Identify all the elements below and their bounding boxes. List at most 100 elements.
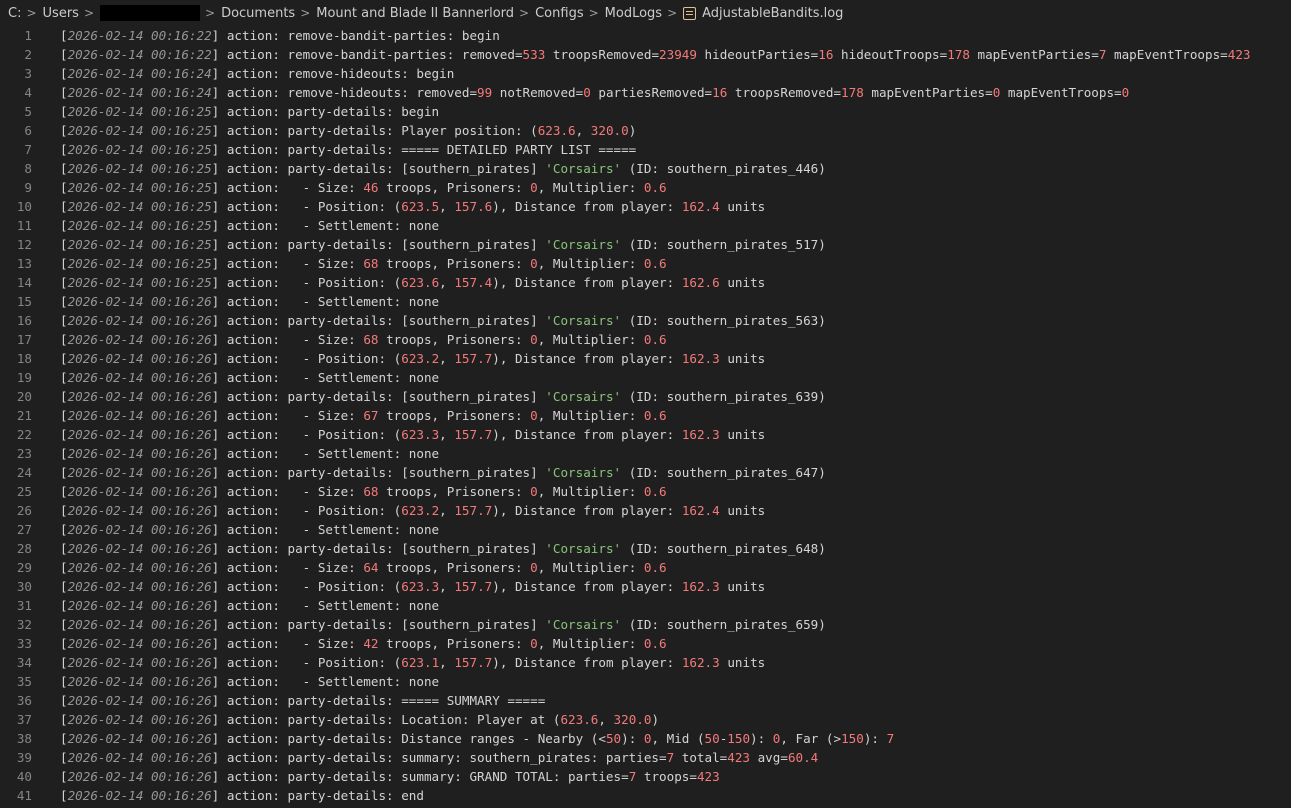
log-line-text: [2026-02-14 00:16:26] action: - Size: 68… bbox=[60, 484, 667, 499]
log-line[interactable]: 20 [2026-02-14 00:16:26] action: party-de… bbox=[0, 387, 1291, 406]
log-line-text: [2026-02-14 00:16:26] action: party-deta… bbox=[60, 712, 660, 727]
log-line[interactable]: 32 [2026-02-14 00:16:26] action: party-de… bbox=[0, 615, 1291, 634]
log-line-text: [2026-02-14 00:16:26] action: - Settleme… bbox=[60, 294, 440, 309]
line-number: 16 bbox=[16, 313, 32, 328]
log-line-text: [2026-02-14 00:16:26] action: - Position… bbox=[60, 427, 766, 442]
log-line-text: [2026-02-14 00:16:25] action: - Position… bbox=[60, 275, 766, 290]
log-line[interactable]: 21 [2026-02-14 00:16:26] action: - Size: … bbox=[0, 406, 1291, 425]
line-number: 11 bbox=[16, 218, 32, 233]
breadcrumb-modlogs[interactable]: ModLogs bbox=[605, 6, 662, 21]
log-line[interactable]: 9 [2026-02-14 00:16:25] action: - Size: 4… bbox=[0, 178, 1291, 197]
log-line-text: [2026-02-14 00:16:26] action: party-deta… bbox=[60, 465, 826, 480]
breadcrumb-drive[interactable]: C: bbox=[8, 6, 21, 21]
log-line[interactable]: 31 [2026-02-14 00:16:26] action: - Settle… bbox=[0, 596, 1291, 615]
log-line[interactable]: 2 [2026-02-14 00:16:22] action: remove-ba… bbox=[0, 45, 1291, 64]
chevron-right-icon: > bbox=[205, 6, 216, 20]
log-line[interactable]: 24 [2026-02-14 00:16:26] action: party-de… bbox=[0, 463, 1291, 482]
log-line[interactable]: 15 [2026-02-14 00:16:26] action: - Settle… bbox=[0, 292, 1291, 311]
log-line-text: [2026-02-14 00:16:26] action: - Size: 64… bbox=[60, 560, 667, 575]
line-number: 30 bbox=[16, 579, 32, 594]
log-line[interactable]: 7 [2026-02-14 00:16:25] action: party-det… bbox=[0, 140, 1291, 159]
log-line[interactable]: 17 [2026-02-14 00:16:26] action: - Size: … bbox=[0, 330, 1291, 349]
log-line-text: [2026-02-14 00:16:26] action: party-deta… bbox=[60, 617, 826, 632]
log-line[interactable]: 36 [2026-02-14 00:16:26] action: party-de… bbox=[0, 691, 1291, 710]
chevron-right-icon: > bbox=[667, 6, 678, 20]
log-line[interactable]: 18 [2026-02-14 00:16:26] action: - Positi… bbox=[0, 349, 1291, 368]
log-line[interactable]: 8 [2026-02-14 00:16:25] action: party-det… bbox=[0, 159, 1291, 178]
log-line[interactable]: 4 [2026-02-14 00:16:24] action: remove-hi… bbox=[0, 83, 1291, 102]
log-line[interactable]: 16 [2026-02-14 00:16:26] action: party-de… bbox=[0, 311, 1291, 330]
log-line[interactable]: 29 [2026-02-14 00:16:26] action: - Size: … bbox=[0, 558, 1291, 577]
chevron-right-icon: > bbox=[519, 6, 530, 20]
line-number: 31 bbox=[16, 598, 32, 613]
breadcrumb-configs[interactable]: Configs bbox=[535, 6, 583, 21]
log-line[interactable]: 34 [2026-02-14 00:16:26] action: - Positi… bbox=[0, 653, 1291, 672]
line-number: 37 bbox=[16, 712, 32, 727]
line-number: 25 bbox=[16, 484, 32, 499]
log-line-text: [2026-02-14 00:16:26] action: - Position… bbox=[60, 655, 766, 670]
log-file-icon bbox=[683, 6, 697, 20]
log-line-text: [2026-02-14 00:16:25] action: - Size: 68… bbox=[60, 256, 667, 271]
line-number: 35 bbox=[16, 674, 32, 689]
line-number: 18 bbox=[16, 351, 32, 366]
line-number: 12 bbox=[16, 237, 32, 252]
log-line[interactable]: 39 [2026-02-14 00:16:26] action: party-de… bbox=[0, 748, 1291, 767]
line-number: 41 bbox=[16, 788, 32, 803]
line-number: 39 bbox=[16, 750, 32, 765]
log-line[interactable]: 27 [2026-02-14 00:16:26] action: - Settle… bbox=[0, 520, 1291, 539]
log-line[interactable]: 37 [2026-02-14 00:16:26] action: party-de… bbox=[0, 710, 1291, 729]
line-number: 26 bbox=[16, 503, 32, 518]
line-number: 28 bbox=[16, 541, 32, 556]
log-line-text: [2026-02-14 00:16:26] action: party-deta… bbox=[60, 731, 895, 746]
log-line-text: [2026-02-14 00:16:26] action: party-deta… bbox=[60, 788, 424, 803]
log-line[interactable]: 1 [2026-02-14 00:16:22] action: remove-ba… bbox=[0, 26, 1291, 45]
editor-text-area[interactable]: 1 [2026-02-14 00:16:22] action: remove-ba… bbox=[0, 26, 1291, 805]
log-line-text: [2026-02-14 00:16:26] action: - Settleme… bbox=[60, 674, 440, 689]
log-line-text: [2026-02-14 00:16:26] action: - Position… bbox=[60, 503, 766, 518]
log-line[interactable]: 5 [2026-02-14 00:16:25] action: party-det… bbox=[0, 102, 1291, 121]
line-number: 2 bbox=[24, 47, 32, 62]
line-number: 32 bbox=[16, 617, 32, 632]
log-line-text: [2026-02-14 00:16:26] action: party-deta… bbox=[60, 693, 546, 708]
log-line[interactable]: 6 [2026-02-14 00:16:25] action: party-det… bbox=[0, 121, 1291, 140]
line-number: 36 bbox=[16, 693, 32, 708]
log-line-text: [2026-02-14 00:16:26] action: party-deta… bbox=[60, 769, 720, 784]
log-line[interactable]: 30 [2026-02-14 00:16:26] action: - Positi… bbox=[0, 577, 1291, 596]
log-line[interactable]: 28 [2026-02-14 00:16:26] action: party-de… bbox=[0, 539, 1291, 558]
breadcrumb-documents[interactable]: Documents bbox=[221, 6, 295, 21]
log-line-text: [2026-02-14 00:16:26] action: - Settleme… bbox=[60, 598, 440, 613]
breadcrumb-users[interactable]: Users bbox=[43, 6, 79, 21]
log-line-text: [2026-02-14 00:16:25] action: party-deta… bbox=[60, 142, 637, 157]
log-line[interactable]: 41 [2026-02-14 00:16:26] action: party-de… bbox=[0, 786, 1291, 805]
log-line-text: [2026-02-14 00:16:24] action: remove-hid… bbox=[60, 66, 455, 81]
log-line-text: [2026-02-14 00:16:25] action: - Position… bbox=[60, 199, 766, 214]
log-line[interactable]: 19 [2026-02-14 00:16:26] action: - Settle… bbox=[0, 368, 1291, 387]
log-line[interactable]: 14 [2026-02-14 00:16:25] action: - Positi… bbox=[0, 273, 1291, 292]
chevron-right-icon: > bbox=[588, 6, 599, 20]
log-line[interactable]: 11 [2026-02-14 00:16:25] action: - Settle… bbox=[0, 216, 1291, 235]
log-line[interactable]: 13 [2026-02-14 00:16:25] action: - Size: … bbox=[0, 254, 1291, 273]
log-line[interactable]: 22 [2026-02-14 00:16:26] action: - Positi… bbox=[0, 425, 1291, 444]
log-line[interactable]: 23 [2026-02-14 00:16:26] action: - Settle… bbox=[0, 444, 1291, 463]
log-line[interactable]: 33 [2026-02-14 00:16:26] action: - Size: … bbox=[0, 634, 1291, 653]
breadcrumb-game-folder[interactable]: Mount and Blade II Bannerlord bbox=[316, 6, 514, 21]
log-line-text: [2026-02-14 00:16:26] action: - Settleme… bbox=[60, 370, 440, 385]
line-number: 4 bbox=[24, 85, 32, 100]
log-line[interactable]: 38 [2026-02-14 00:16:26] action: party-de… bbox=[0, 729, 1291, 748]
line-number: 29 bbox=[16, 560, 32, 575]
breadcrumb: C: > Users > > Documents > Mount and Bla… bbox=[0, 0, 1291, 26]
log-line[interactable]: 40 [2026-02-14 00:16:26] action: party-de… bbox=[0, 767, 1291, 786]
chevron-right-icon: > bbox=[300, 6, 311, 20]
log-line[interactable]: 35 [2026-02-14 00:16:26] action: - Settle… bbox=[0, 672, 1291, 691]
breadcrumb-file[interactable]: AdjustableBandits.log bbox=[683, 6, 843, 21]
log-line[interactable]: 3 [2026-02-14 00:16:24] action: remove-hi… bbox=[0, 64, 1291, 83]
log-line[interactable]: 25 [2026-02-14 00:16:26] action: - Size: … bbox=[0, 482, 1291, 501]
log-line-text: [2026-02-14 00:16:26] action: - Position… bbox=[60, 351, 766, 366]
line-number: 15 bbox=[16, 294, 32, 309]
log-line-text: [2026-02-14 00:16:26] action: - Settleme… bbox=[60, 522, 440, 537]
log-line[interactable]: 26 [2026-02-14 00:16:26] action: - Positi… bbox=[0, 501, 1291, 520]
log-line[interactable]: 12 [2026-02-14 00:16:25] action: party-de… bbox=[0, 235, 1291, 254]
log-line[interactable]: 10 [2026-02-14 00:16:25] action: - Positi… bbox=[0, 197, 1291, 216]
log-line-text: [2026-02-14 00:16:26] action: party-deta… bbox=[60, 541, 826, 556]
log-line-text: [2026-02-14 00:16:22] action: remove-ban… bbox=[60, 28, 500, 43]
